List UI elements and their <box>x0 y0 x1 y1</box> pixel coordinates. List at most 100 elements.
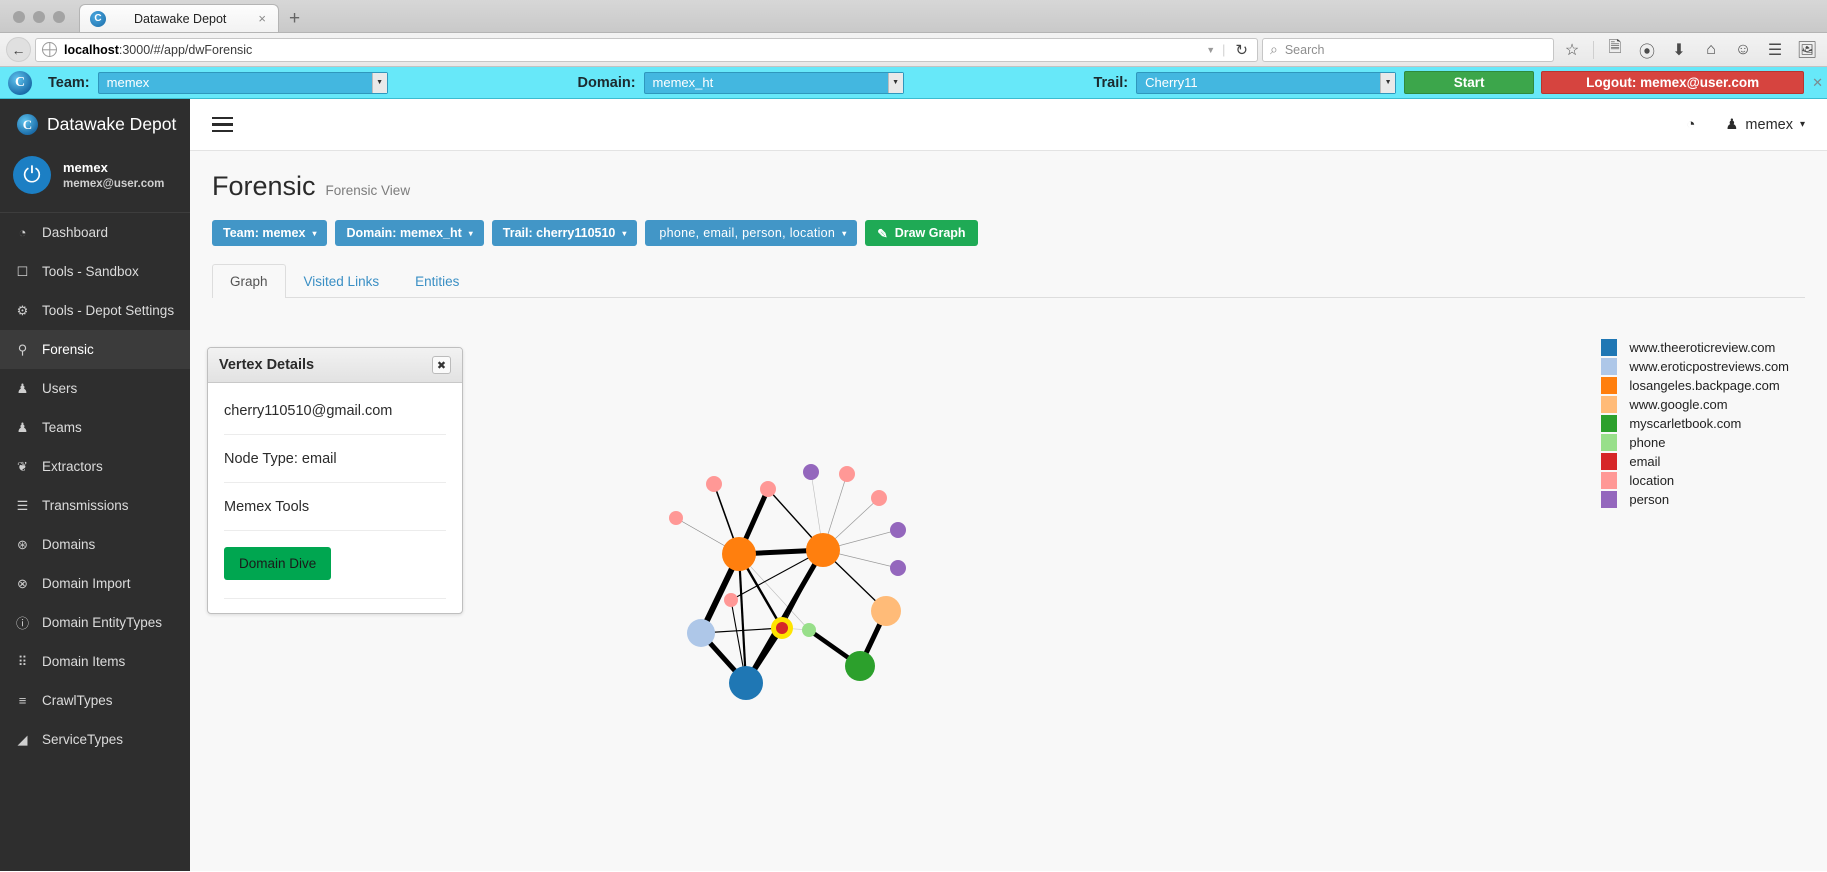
graph-node[interactable]: location <box>706 476 722 492</box>
tab-graph[interactable]: Graph <box>212 264 286 298</box>
datawake-logo-icon: C <box>17 114 38 135</box>
sidebar-item-crawltypes[interactable]: ≡ CrawlTypes <box>0 681 190 720</box>
graph-node-selected[interactable]: cherry110510@gmail.com <box>776 622 788 634</box>
close-toolbar-icon[interactable]: ✕ <box>1812 75 1823 91</box>
domains-icon: ⊛ <box>17 536 28 552</box>
sidebar-item-domain-items[interactable]: ⠿ Domain Items <box>0 642 190 681</box>
graph-node[interactable]: person <box>803 464 819 480</box>
sidebar-item-tools-depot-settings[interactable]: ⚙ Tools - Depot Settings <box>0 291 190 330</box>
chevron-down-icon[interactable]: ▼ <box>1206 45 1215 55</box>
trail-select[interactable]: Cherry11 ▼ <box>1136 71 1397 94</box>
filter-team[interactable]: Team: memex ▾ <box>212 220 328 246</box>
graph-node[interactable]: person <box>890 522 906 538</box>
graph-node[interactable]: location <box>871 490 887 506</box>
chevron-down-icon[interactable]: ▼ <box>887 72 903 93</box>
sidebar-item-extractors[interactable]: ❦ Extractors <box>0 447 190 486</box>
minimize-window-dot[interactable] <box>33 11 45 23</box>
sidebar-item-label: Users <box>42 381 78 396</box>
filter-domain[interactable]: Domain: memex_ht ▾ <box>335 220 484 246</box>
reload-icon[interactable]: ↻ <box>1232 41 1251 59</box>
entity-network-graph[interactable]: losangeles.backpage.com losangeles.backpa… <box>190 298 1827 818</box>
legend-label: phone <box>1629 435 1666 450</box>
tab-entities[interactable]: Entities <box>397 264 477 298</box>
sidebar-profile[interactable]: ⏻ memex memex@user.com <box>0 150 190 213</box>
graph-node[interactable]: losangeles.backpage.com <box>722 537 756 571</box>
profile-name: memex <box>63 160 108 175</box>
address-bar-url: localhost:3000/#/app/dwForensic <box>64 43 1199 57</box>
graph-node[interactable]: losangeles.backpage.com <box>806 533 840 567</box>
legend-swatch <box>1601 377 1618 394</box>
user-menu[interactable]: ♟ memex ▾ <box>1725 117 1805 133</box>
sidebar-item-domains[interactable]: ⊛ Domains <box>0 525 190 564</box>
maximize-window-dot[interactable] <box>53 11 65 23</box>
sidebar-item-label: Domain EntityTypes <box>42 615 163 630</box>
servicetypes-icon: ◢ <box>17 731 28 747</box>
legend-swatch <box>1601 472 1618 489</box>
chevron-down-icon[interactable]: ▼ <box>371 72 387 93</box>
sidebar-item-servicetypes[interactable]: ◢ ServiceTypes <box>0 720 190 759</box>
window-controls[interactable] <box>0 11 75 32</box>
sidebar-item-domain-entitytypes[interactable]: ⓘ Domain EntityTypes <box>0 603 190 642</box>
team-select-value: memex <box>106 75 150 90</box>
pocket-icon[interactable]: ⦿ <box>1633 37 1661 63</box>
sidebar-item-tools-sandbox[interactable]: ☐ Tools - Sandbox <box>0 252 190 291</box>
sidebar-item-users[interactable]: ♟ Users <box>0 369 190 408</box>
sidebar-item-label: Transmissions <box>42 498 129 513</box>
datawake-logo-icon: C <box>8 70 32 95</box>
close-window-dot[interactable] <box>13 11 25 23</box>
sidebar-item-forensic[interactable]: ⚲ Forensic <box>0 330 190 369</box>
graph-node[interactable]: location <box>760 481 776 497</box>
graph-node[interactable]: www.eroticpostreviews.com <box>687 619 715 647</box>
graph-node[interactable]: www.theeroticreview.com <box>729 666 763 700</box>
dashboard-icon[interactable]: ◔ <box>1686 116 1695 133</box>
graph-node[interactable]: location <box>724 593 738 607</box>
chat-icon[interactable]: ☺ <box>1729 37 1757 63</box>
back-button-icon[interactable]: ← <box>6 37 31 62</box>
reader-icon[interactable]: 🗎 <box>1601 37 1629 63</box>
legend-item: losangeles.backpage.com <box>1601 376 1789 395</box>
domain-entitytypes-icon: ⓘ <box>15 616 29 631</box>
sidebar-toggle-icon[interactable] <box>212 116 233 133</box>
legend-label: www.eroticpostreviews.com <box>1629 359 1789 374</box>
browser-search-box[interactable]: ⌕ Search <box>1262 37 1554 62</box>
team-select[interactable]: memex ▼ <box>97 71 388 94</box>
address-bar[interactable]: localhost:3000/#/app/dwForensic ▼ | ↻ <box>35 37 1258 62</box>
browser-tab[interactable]: C Datawake Depot × <box>79 4 279 32</box>
tab-visited-links[interactable]: Visited Links <box>286 264 398 298</box>
sidebar-brand[interactable]: C Datawake Depot <box>0 99 190 150</box>
logout-button[interactable]: Logout: memex@user.com <box>1541 71 1805 94</box>
home-icon[interactable]: ⌂ <box>1697 37 1725 63</box>
graph-node[interactable]: location <box>839 466 855 482</box>
graph-node[interactable]: person <box>890 560 906 576</box>
domain-select[interactable]: memex_ht ▼ <box>643 71 904 94</box>
screenshot-icon[interactable]: 🖼 <box>1793 37 1821 63</box>
star-icon[interactable]: ☆ <box>1558 37 1586 63</box>
legend-swatch <box>1601 396 1618 413</box>
graph-node[interactable]: phone <box>802 623 816 637</box>
filter-trail[interactable]: Trail: cherry110510 ▾ <box>491 220 638 246</box>
menu-icon[interactable]: ☰ <box>1761 37 1789 63</box>
forensic-icon: ⚲ <box>17 341 28 357</box>
graph-canvas[interactable]: Vertex Details ✖ cherry110510@gmail.com … <box>190 298 1827 871</box>
sidebar-item-teams[interactable]: ♟ Teams <box>0 408 190 447</box>
globe-icon <box>42 42 57 57</box>
app-body: C Datawake Depot ⏻ memex memex@user.com … <box>0 99 1827 871</box>
avatar: ⏻ <box>13 156 51 194</box>
graph-node[interactable]: www.google.com <box>871 596 901 626</box>
filter-entity-types[interactable]: phone, email, person, location ▾ <box>645 220 858 246</box>
close-tab-icon[interactable]: × <box>254 11 270 26</box>
legend-item: www.theeroticreview.com <box>1601 338 1789 357</box>
graph-node[interactable]: myscarletbook.com <box>845 651 875 681</box>
sidebar-item-transmissions[interactable]: ☰ Transmissions <box>0 486 190 525</box>
download-icon[interactable]: ⬇ <box>1665 37 1693 63</box>
graph-node[interactable]: location <box>669 511 683 525</box>
sidebar-item-dashboard[interactable]: ◔ Dashboard <box>0 213 190 252</box>
start-button[interactable]: Start <box>1404 71 1535 94</box>
new-tab-icon[interactable]: + <box>279 9 310 32</box>
filter-team-label: Team: memex <box>223 226 306 240</box>
sidebar-item-label: Tools - Depot Settings <box>42 303 175 318</box>
page-subtitle: Forensic View <box>325 183 411 198</box>
draw-graph-button[interactable]: ✎ Draw Graph <box>865 220 978 246</box>
sidebar-item-domain-import[interactable]: ⊗ Domain Import <box>0 564 190 603</box>
chevron-down-icon[interactable]: ▼ <box>1380 72 1396 93</box>
